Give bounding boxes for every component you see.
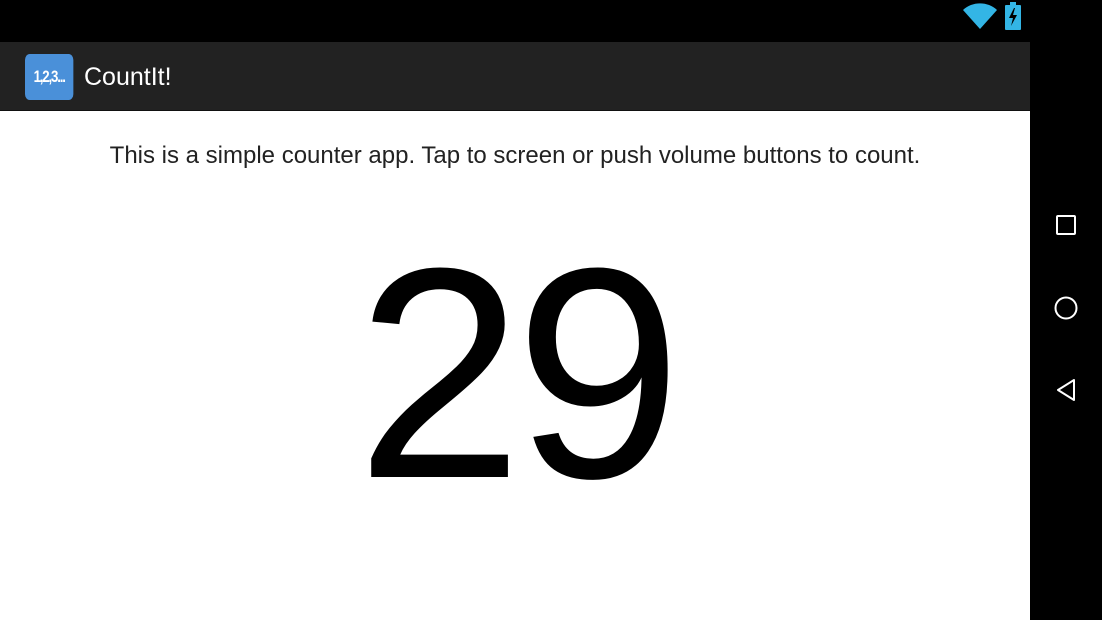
- recents-button[interactable]: [1046, 207, 1086, 247]
- home-icon: [1053, 295, 1079, 326]
- status-bar: [0, 0, 1030, 42]
- instructions-text: This is a simple counter app. Tap to scr…: [109, 142, 921, 169]
- action-bar: 1,2,3... CountIt!: [0, 42, 1030, 111]
- counter-area[interactable]: This is a simple counter app. Tap to scr…: [0, 111, 1030, 620]
- status-icons: [962, 1, 1022, 35]
- battery-charging-icon: [1004, 1, 1022, 35]
- home-button[interactable]: [1046, 290, 1086, 330]
- app-title: CountIt!: [84, 63, 172, 91]
- screen: 1,2,3... CountIt! This is a simple count…: [0, 0, 1102, 620]
- count-display: 29: [356, 205, 682, 541]
- back-icon: [1055, 378, 1077, 407]
- navigation-bar: [1030, 0, 1102, 620]
- recents-icon: [1055, 214, 1077, 241]
- wifi-icon: [962, 2, 998, 35]
- back-button[interactable]: [1046, 372, 1086, 412]
- app-icon[interactable]: 1,2,3...: [25, 54, 74, 100]
